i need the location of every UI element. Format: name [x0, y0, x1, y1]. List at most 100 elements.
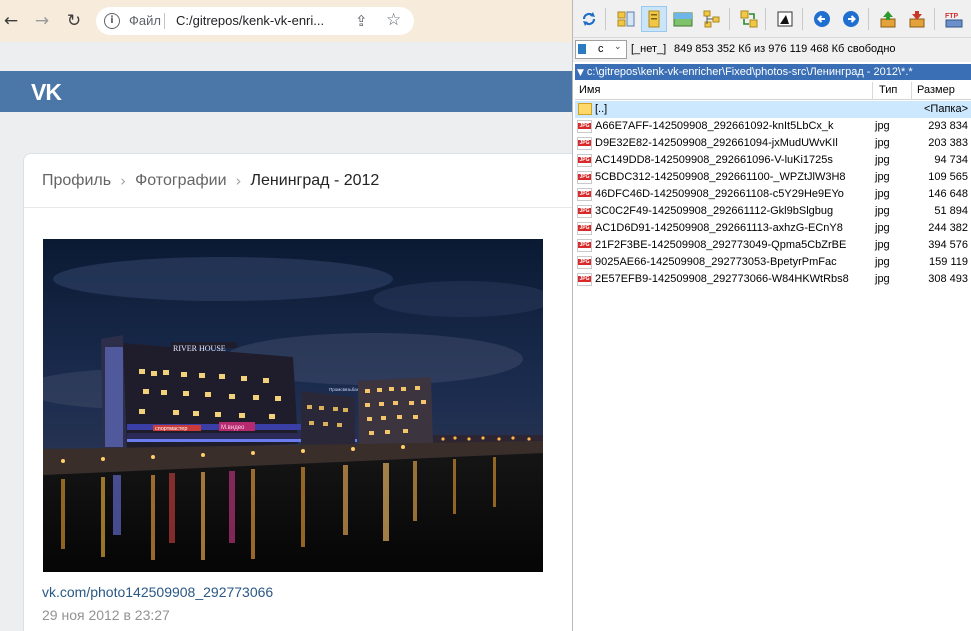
breadcrumb-album: Ленинград - 2012	[250, 172, 380, 189]
current-path[interactable]: ▼ c:\gitrepos\kenk-vk-enricher\Fixed\phot…	[575, 64, 971, 80]
sign-mvideo: М.видео	[221, 425, 245, 431]
photo-date: 29 ноя 2012 в 23:27	[42, 607, 170, 623]
caret-down-icon[interactable]: ▼	[577, 68, 584, 78]
breadcrumb-photos[interactable]: Фотографии	[135, 172, 226, 190]
reload-icon: ↻	[66, 11, 82, 31]
toolbar-separator	[765, 8, 766, 30]
file-size: 394 576	[928, 239, 968, 251]
path-text: c:\gitrepos\kenk-vk-enricher\Fixed\photo…	[586, 66, 913, 78]
brief-view-icon[interactable]	[613, 6, 639, 32]
vk-logo[interactable]: VK	[31, 79, 62, 106]
bookmark-star-icon[interactable]: ☆	[386, 10, 401, 30]
toolbar-separator	[729, 8, 730, 30]
file-size: 293 834	[928, 120, 968, 132]
thumbnails-icon[interactable]	[670, 6, 696, 32]
file-name: A66E7AFF-142509908_292661092-knIt5LbCx_k	[595, 120, 834, 132]
breadcrumb-separator: ›	[120, 172, 127, 190]
url-text[interactable]: C:/gitrepos/kenk-vk-enri...	[176, 13, 324, 28]
table-row[interactable]: JPG A66E7AFF-142509908_292661092-knIt5LbC…	[575, 118, 971, 135]
drive-selector[interactable]: c ⌄	[575, 40, 627, 59]
address-bar[interactable]: i Файл C:/gitrepos/kenk-vk-enri... ⇪ ☆	[96, 7, 414, 35]
jpg-file-icon: JPG	[577, 137, 592, 150]
quick-view-icon[interactable]	[772, 6, 798, 32]
file-list-header: Имя Тип Размер	[575, 82, 971, 100]
jpg-file-icon: JPG	[577, 205, 592, 218]
file-manager-panel: FTP c ⌄ [_нет_] 849 853 352 Кб из 976 11…	[572, 0, 971, 631]
column-divider[interactable]	[911, 82, 912, 100]
vk-header: VK	[0, 71, 572, 112]
file-size: 51 894	[934, 205, 968, 217]
back-button[interactable]: ←	[0, 9, 22, 33]
table-row[interactable]: JPG D9E32E82-142509908_292661094-jxMudUWv…	[575, 135, 971, 152]
breadcrumb-profile[interactable]: Профиль	[42, 172, 111, 190]
jpg-file-icon: JPG	[577, 273, 592, 286]
file-name: AC1D6D91-142509908_292661113-axhzG-ECnY8	[595, 222, 843, 234]
toolbar-separator	[802, 8, 803, 30]
back-icon[interactable]	[809, 6, 835, 32]
refresh-icon[interactable]	[576, 6, 602, 32]
file-type: jpg	[875, 188, 890, 200]
jpg-file-icon: JPG	[577, 171, 592, 184]
full-view-icon[interactable]	[641, 6, 667, 32]
breadcrumb: Профиль › Фотографии › Ленинград - 2012	[42, 171, 379, 191]
file-type: jpg	[875, 205, 890, 217]
table-row[interactable]: JPG 46DFC46D-142509908_292661108-c5Y29He9…	[575, 186, 971, 203]
file-size: 203 383	[928, 137, 968, 149]
column-name[interactable]: Имя	[579, 84, 600, 96]
file-name: AC149DD8-142509908_292661096-V-luKi1725s	[595, 154, 833, 166]
sign-promsvyazbank: Промсвязьбанк	[329, 387, 361, 392]
column-size[interactable]: Размер	[917, 84, 955, 96]
reload-button[interactable]: ↻	[63, 9, 85, 33]
drive-bar: c ⌄ [_нет_] 849 853 352 Кб из 976 119 46…	[573, 38, 971, 62]
browser-toolbar: ← → ↻ i Файл C:/gitrepos/kenk-vk-enri...…	[0, 0, 572, 42]
table-row[interactable]: JPG 21F2F3BE-142509908_292773049-Qpma5CbZ…	[575, 237, 971, 254]
table-row[interactable]: JPG AC1D6D91-142509908_292661113-axhzG-EC…	[575, 220, 971, 237]
table-row[interactable]: JPG 3C0C2F49-142509908_292661112-Gkl9bSlg…	[575, 203, 971, 220]
compare-icon[interactable]	[736, 6, 762, 32]
drive-icon	[578, 44, 586, 54]
file-name: 3C0C2F49-142509908_292661112-Gkl9bSlgbug	[595, 205, 834, 217]
info-icon[interactable]: i	[104, 13, 120, 29]
toolbar-separator	[934, 8, 935, 30]
file-type: jpg	[875, 256, 890, 268]
forward-button[interactable]: →	[31, 9, 53, 33]
photo-image[interactable]: RIVER HOUSE спортмастер М.видео Промсвяз…	[43, 239, 543, 572]
drive-label: [_нет_]	[631, 43, 667, 55]
url-scheme-label: Файл	[129, 13, 161, 28]
jpg-file-icon: JPG	[577, 188, 592, 201]
address-divider	[164, 13, 165, 29]
table-row[interactable]: JPG AC149DD8-142509908_292661096-V-luKi17…	[575, 152, 971, 169]
jpg-file-icon: JPG	[577, 120, 592, 133]
drive-free-space: 849 853 352 Кб из 976 119 468 Кб свободн…	[674, 43, 896, 55]
file-name: 9025AE66-142509908_292773053-BpetyrPmFac	[595, 256, 837, 268]
file-size: 94 734	[934, 154, 968, 166]
column-divider[interactable]	[872, 82, 873, 100]
sign-sportmaster: спортмастер	[155, 426, 187, 432]
table-row[interactable]: JPG 2E57EFB9-142509908_292773066-W84HKWtR…	[575, 271, 971, 288]
file-size: 159 119	[929, 256, 968, 268]
share-icon[interactable]: ⇪	[355, 12, 368, 30]
file-name: 5CBDC312-142509908_292661100-_WPZtJlW3H8	[595, 171, 846, 183]
list-item-parent[interactable]: [..] <Папка>	[575, 101, 971, 118]
forward-icon[interactable]	[838, 6, 864, 32]
file-size: <Папка>	[924, 103, 968, 115]
table-row[interactable]: JPG 5CBDC312-142509908_292661100-_WPZtJlW…	[575, 169, 971, 186]
file-list: [..] <Папка> JPG A66E7AFF-142509908_29266…	[575, 101, 971, 288]
file-type: jpg	[875, 273, 890, 285]
file-name: D9E32E82-142509908_292661094-jxMudUWvKIl	[595, 137, 838, 149]
unpack-icon[interactable]	[904, 6, 930, 32]
file-size: 244 382	[928, 222, 968, 234]
tree-icon[interactable]	[699, 6, 725, 32]
ftp-icon[interactable]: FTP	[941, 6, 967, 32]
table-row[interactable]: JPG 9025AE66-142509908_292773053-BpetyrPm…	[575, 254, 971, 271]
column-type[interactable]: Тип	[879, 84, 897, 96]
file-type: jpg	[875, 120, 890, 132]
photo-link[interactable]: vk.com/photo142509908_292773066	[42, 584, 273, 600]
folder-up-icon	[578, 103, 592, 115]
chevron-down-icon: ⌄	[614, 42, 622, 52]
arrow-right-icon: →	[34, 11, 50, 31]
file-type: jpg	[875, 154, 890, 166]
pack-icon[interactable]	[875, 6, 901, 32]
toolbar-separator	[868, 8, 869, 30]
jpg-file-icon: JPG	[577, 239, 592, 252]
